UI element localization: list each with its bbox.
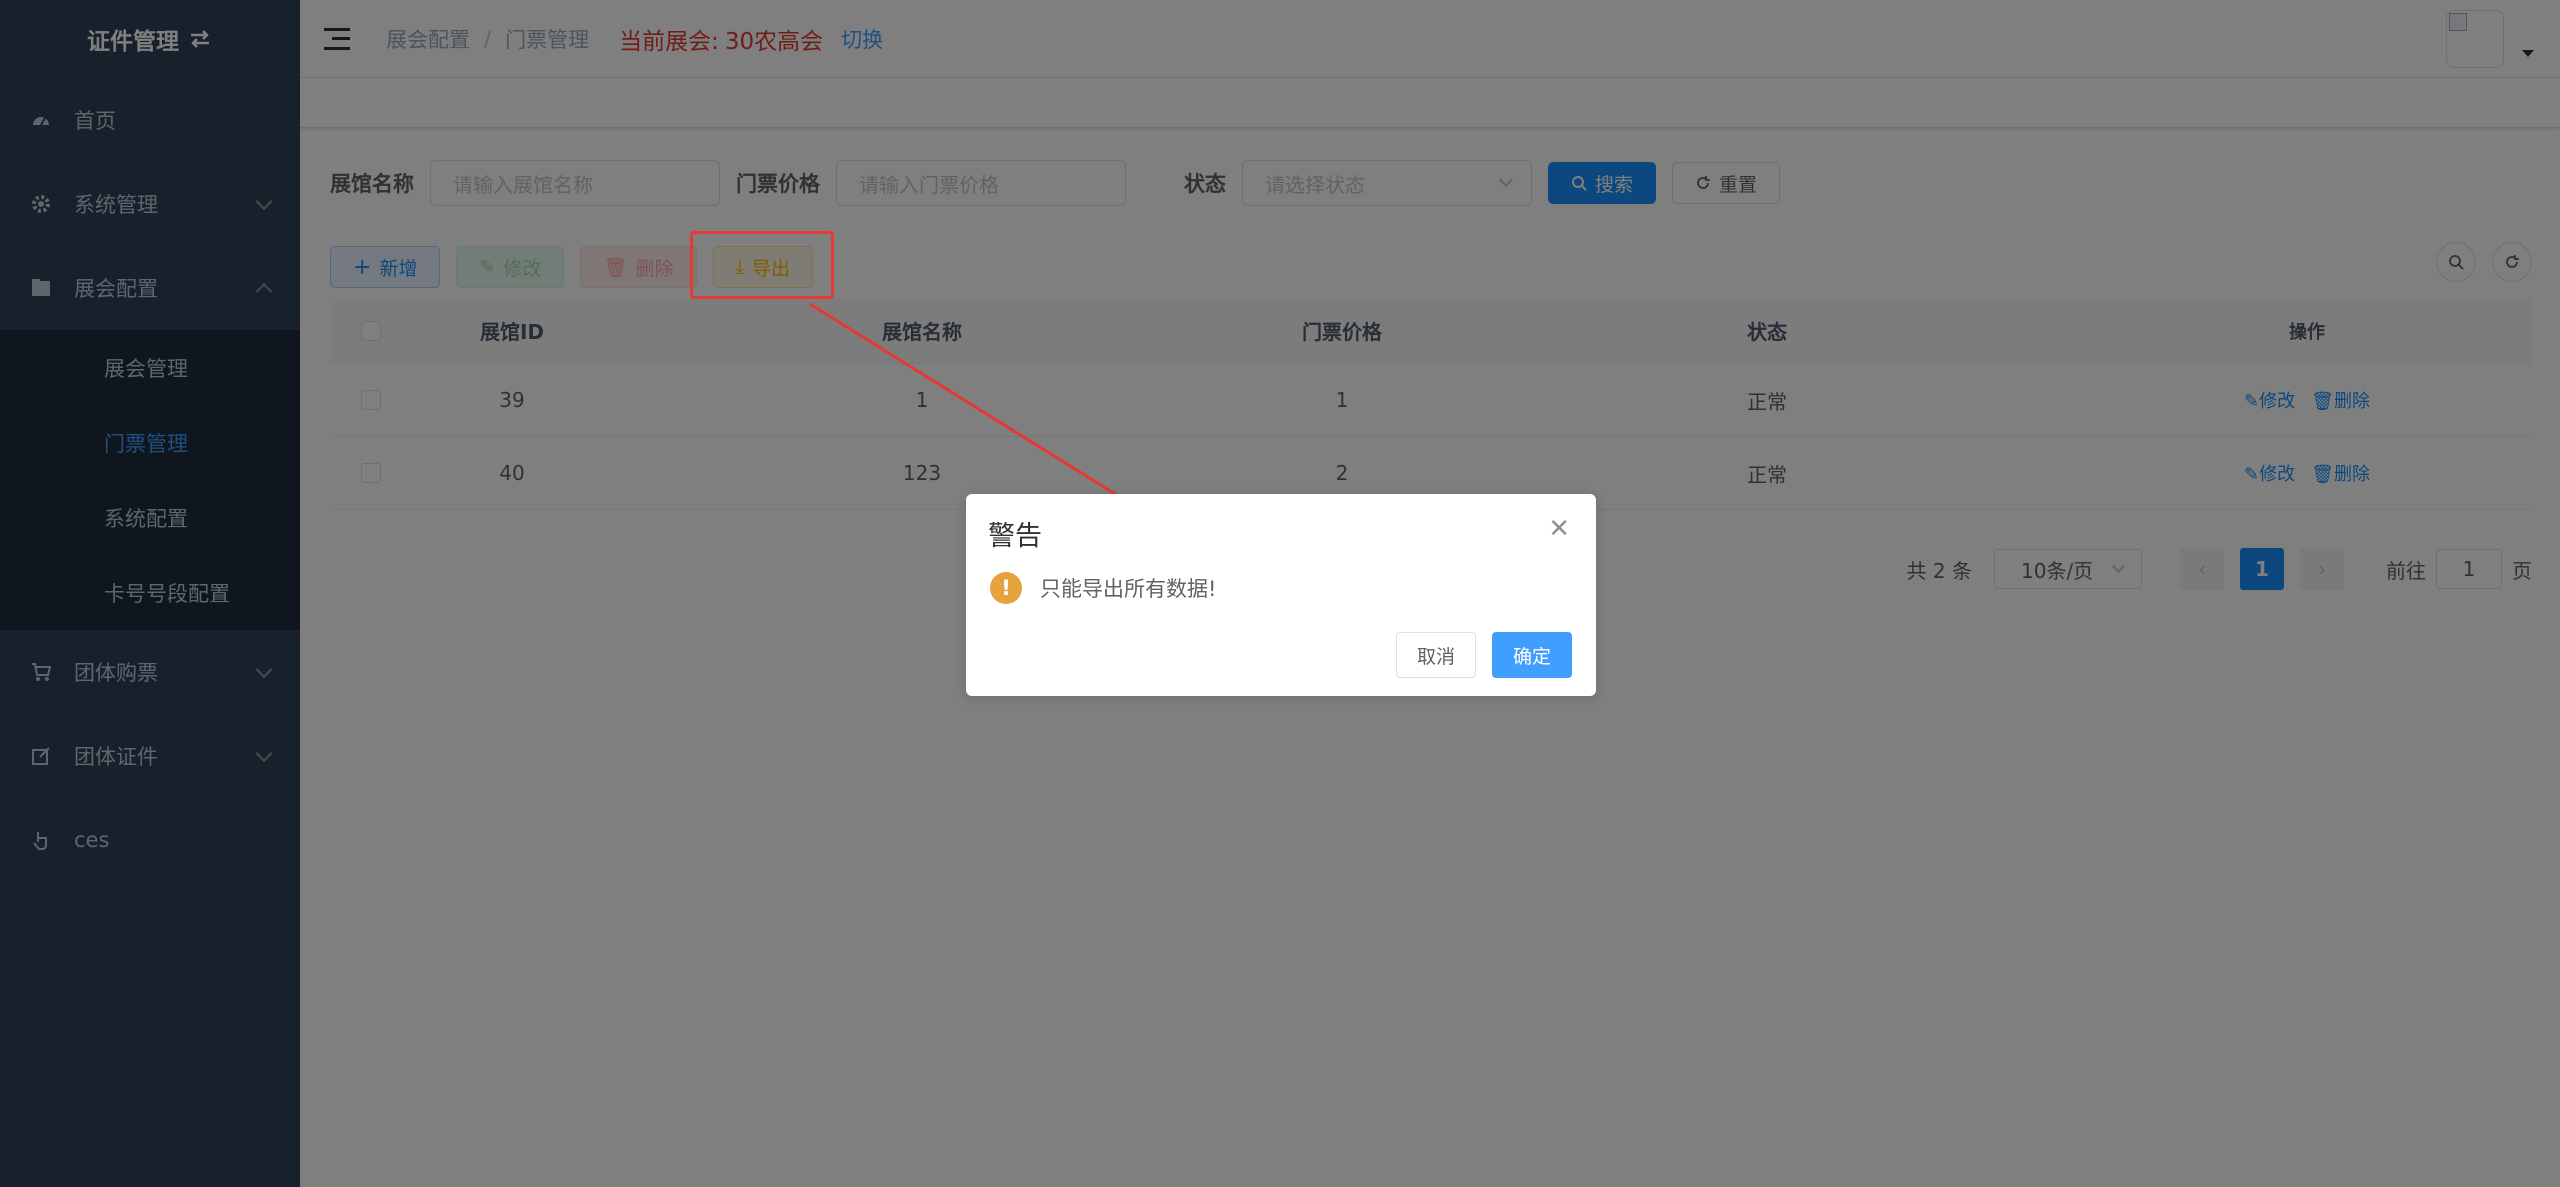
dialog-body: ! 只能导出所有数据!: [990, 572, 1216, 604]
dialog-message: 只能导出所有数据!: [1040, 577, 1217, 601]
dialog-title: 警告: [988, 521, 1042, 552]
warning-dialog: 警告 ✕ ! 只能导出所有数据! 取消 确定: [966, 494, 1596, 696]
confirm-button[interactable]: 确定: [1491, 632, 1572, 678]
dialog-footer: 取消 确定: [1395, 632, 1572, 678]
warning-icon: !: [990, 572, 1022, 604]
annotation-highlight-box: [690, 231, 834, 299]
cancel-button[interactable]: 取消: [1395, 632, 1476, 678]
close-icon[interactable]: ✕: [1548, 516, 1570, 542]
